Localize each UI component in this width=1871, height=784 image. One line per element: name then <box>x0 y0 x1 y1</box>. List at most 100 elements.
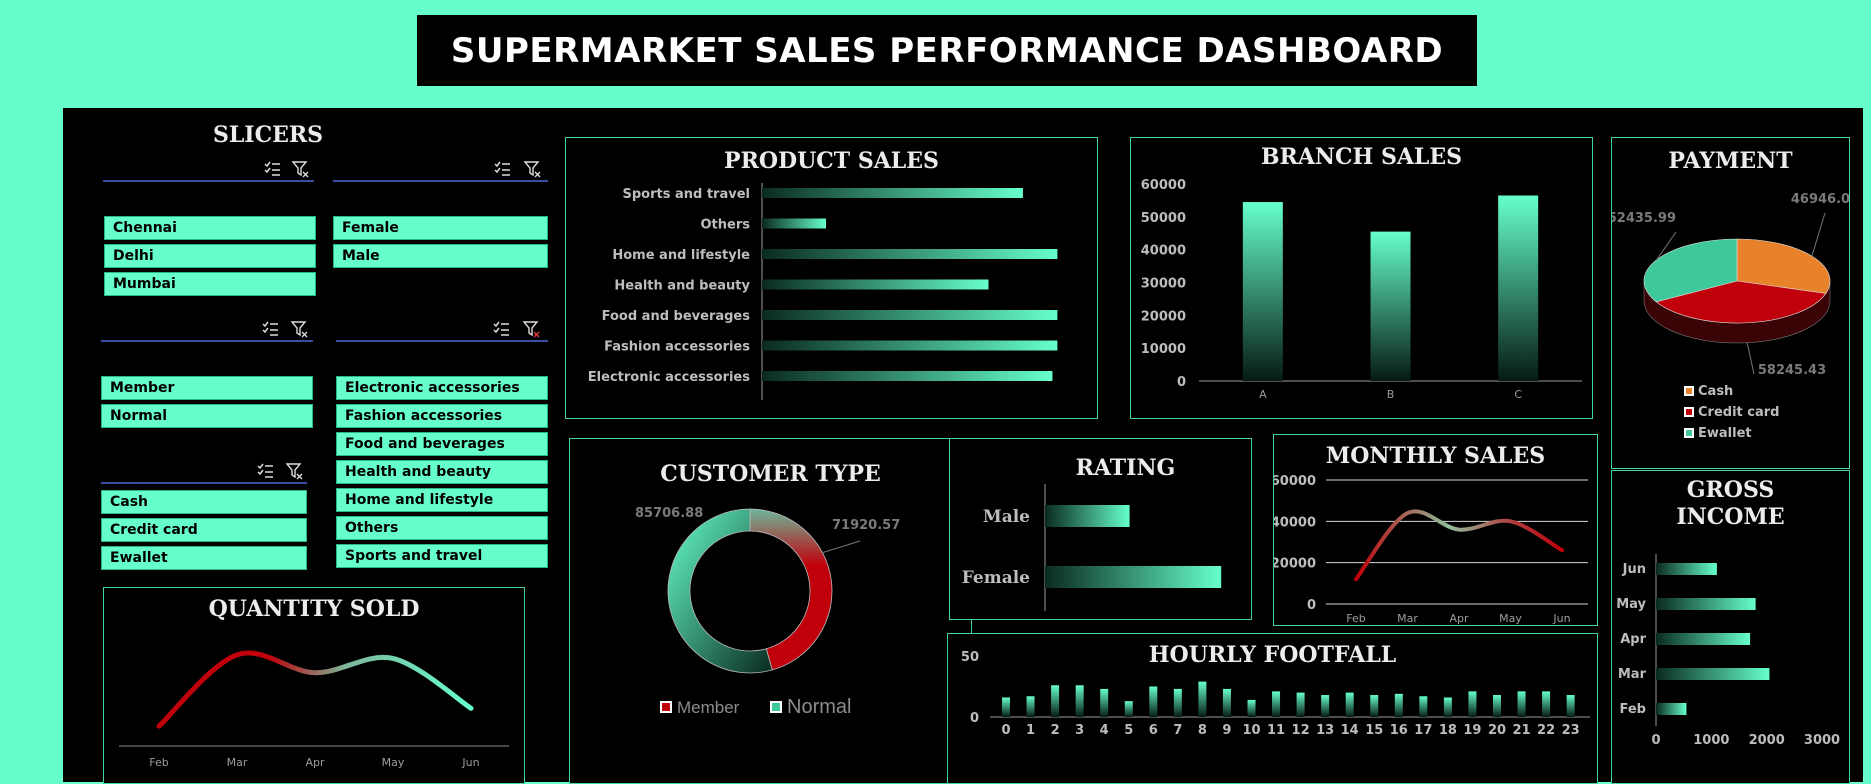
hourly-footfall-bar <box>1468 691 1477 717</box>
gross-income-xtick: 2000 <box>1749 733 1785 748</box>
slicer-item-city[interactable]: Mumbai <box>104 272 316 296</box>
branch-sales-ytick: 50000 <box>1141 211 1186 226</box>
hourly-footfall-bar <box>1247 699 1256 717</box>
hourly-footfall-xtick: 7 <box>1173 723 1182 738</box>
gross-income-chart: Jun May Apr Mar Feb 0 1000 2000 3000 <box>1616 554 1840 748</box>
multi-select-icon[interactable] <box>492 320 510 338</box>
monthly-sales-ytick: 40000 <box>1274 515 1316 530</box>
hourly-footfall-bar <box>1493 695 1501 717</box>
slicer-item-gender[interactable]: Female <box>333 216 548 240</box>
hourly-footfall-bar <box>1051 685 1060 717</box>
hourly-footfall-xtick: 16 <box>1390 723 1408 738</box>
gross-income-bar <box>1656 563 1717 575</box>
monthly-sales-xtick: Feb <box>1346 612 1365 625</box>
product-sales-bar <box>762 371 1053 381</box>
hourly-footfall-xtick: 12 <box>1292 723 1310 738</box>
payment-legend-label: Cash <box>1698 384 1733 399</box>
multi-select-icon[interactable] <box>263 160 281 178</box>
payment-legend-swatch-color <box>1686 388 1692 394</box>
product-sales-bar <box>762 249 1058 259</box>
rating-tick-label: Female <box>962 568 1030 588</box>
hourly-footfall-bar <box>1173 688 1182 717</box>
customer-type-panel: CUSTOMER TYPE 71920.57 85706.88 Member Norm… <box>569 438 972 784</box>
payment-slicer-header <box>101 462 307 484</box>
slicer-item-product-line[interactable]: Food and beverages <box>336 432 548 456</box>
hourly-footfall-xtick: 15 <box>1365 723 1383 738</box>
slicer-item-product-line[interactable]: Fashion accessories <box>336 404 548 428</box>
product-sales-tick-label: Sports and travel <box>623 187 751 202</box>
slicer-item-city[interactable]: Chennai <box>104 216 316 240</box>
hourly-footfall-xtick: 2 <box>1051 723 1060 738</box>
slicer-item-payment[interactable]: Ewallet <box>101 546 307 570</box>
clear-filter-icon[interactable] <box>290 320 308 338</box>
payment-value-label: 52435.99 <box>1612 211 1676 226</box>
slicer-item-customer-type[interactable]: Member <box>101 376 313 400</box>
branch-sales-ytick: 60000 <box>1141 178 1186 193</box>
monthly-sales-panel: MONTHLY SALES 0 20000 40000 60000 Feb Mar Apr M… <box>1273 434 1598 626</box>
hourly-footfall-bar <box>1443 697 1452 717</box>
hourly-footfall-xtick: 19 <box>1463 723 1481 738</box>
hourly-footfall-ytick: 50 <box>961 650 979 665</box>
hourly-footfall-bar <box>1124 701 1133 717</box>
dashboard-title: SUPERMARKET SALES PERFORMANCE DASHBOARD <box>417 15 1477 86</box>
product-line-slicer-header <box>336 320 548 342</box>
hourly-footfall-xtick: 10 <box>1242 723 1260 738</box>
slicer-item-customer-type[interactable]: Normal <box>101 404 313 428</box>
customer-type-legend-label: Normal <box>787 696 851 718</box>
hourly-footfall-bar <box>1198 681 1207 717</box>
clear-filter-icon[interactable] <box>291 160 309 178</box>
product-sales-tick-label: Others <box>701 218 751 233</box>
hourly-footfall-bar <box>1002 697 1010 717</box>
hourly-footfall-xtick: 18 <box>1439 723 1457 738</box>
product-sales-bar <box>762 340 1058 351</box>
clear-filter-icon[interactable] <box>522 320 540 338</box>
clear-filter-icon[interactable] <box>285 462 303 480</box>
hourly-footfall-bar <box>1517 691 1526 717</box>
slicer-item-product-line[interactable]: Others <box>336 516 548 540</box>
customer-type-slice <box>667 508 773 674</box>
slicer-item-product-line[interactable]: Sports and travel <box>336 544 548 568</box>
slicer-item-product-line[interactable]: Home and lifestyle <box>336 488 548 512</box>
customer-type-value-label: 85706.88 <box>635 506 703 521</box>
hourly-footfall-bar <box>1394 693 1403 717</box>
slicer-item-city[interactable]: Delhi <box>104 244 316 268</box>
quantity-sold-chart: Feb Mar Apr May Jun <box>119 650 509 769</box>
product-sales-tick-label: Electronic accessories <box>588 370 750 385</box>
slicer-item-product-line[interactable]: Health and beauty <box>336 460 548 484</box>
customer-type-value-label: 71920.57 <box>832 518 900 533</box>
gross-income-panel: GROSS INCOME Jun May Apr Mar Feb 0 1000 2000 300… <box>1611 470 1850 784</box>
gross-income-tick-label: Jun <box>1622 562 1646 577</box>
customer-type-slicer-header <box>101 320 313 342</box>
clear-filter-icon[interactable] <box>523 160 541 178</box>
multi-select-icon[interactable] <box>256 462 274 480</box>
slicer-item-gender[interactable]: Male <box>333 244 548 268</box>
gross-income-bar <box>1656 703 1687 715</box>
branch-sales-ytick: 20000 <box>1141 309 1186 324</box>
monthly-sales-ytick: 20000 <box>1274 557 1316 572</box>
hourly-footfall-bar <box>1345 692 1354 717</box>
branch-sales-ytick: 10000 <box>1141 342 1186 357</box>
hourly-footfall-xtick: 9 <box>1222 723 1231 738</box>
payment-leader-line <box>1811 212 1826 257</box>
gender-slicer-header <box>333 160 548 182</box>
gross-income-tick-label: May <box>1616 597 1646 612</box>
monthly-sales-chart: 0 20000 40000 60000 Feb Mar Apr May Jun <box>1274 474 1588 625</box>
rating-chart: Male Female <box>962 484 1222 611</box>
payment-value-label: 58245.43 <box>1758 363 1826 378</box>
slicer-item-payment[interactable]: Cash <box>101 490 307 514</box>
payment-legend-label: Ewallet <box>1698 426 1752 441</box>
slicer-item-product-line[interactable]: Electronic accessories <box>336 376 548 400</box>
multi-select-icon[interactable] <box>261 320 279 338</box>
hourly-footfall-xtick: 13 <box>1316 723 1334 738</box>
multi-select-icon[interactable] <box>493 160 511 178</box>
hourly-footfall-ytick: 0 <box>970 711 979 726</box>
branch-sales-bar <box>1498 195 1539 381</box>
hourly-footfall-bar <box>1026 696 1035 717</box>
quantity-sold-panel: QUANTITY SOLD Feb Mar Apr May Jun <box>103 587 525 784</box>
customer-type-legend-swatch-color <box>772 703 780 711</box>
payment-legend-label: Credit card <box>1698 405 1779 420</box>
hourly-footfall-panel: HOURLY FOOTFALL 0 50 0 1 2 3 4 5 6 7 8 9 10 11 12 13 14 1… <box>947 633 1598 784</box>
payment-legend-swatch-color <box>1686 430 1692 436</box>
gross-income-tick-label: Apr <box>1620 632 1646 647</box>
slicer-item-payment[interactable]: Credit card <box>101 518 307 542</box>
